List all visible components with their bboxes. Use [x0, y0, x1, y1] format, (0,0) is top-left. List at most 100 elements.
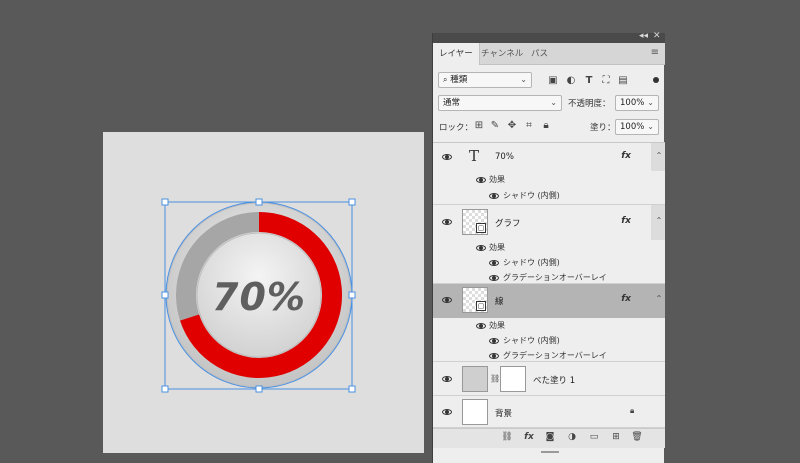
visibility-eye-icon[interactable]: [442, 297, 452, 303]
layer-background[interactable]: 背景 🔒︎: [433, 396, 665, 428]
opacity-label: 不透明度：: [568, 99, 611, 109]
layer-70pct[interactable]: T 70% fx ⌃ 効果 シャドウ (内側): [433, 143, 665, 205]
lock-row: ロック： ⊞ ✎ ✥ ⌗ 🔒︎ 塗り： 100% ⌄: [433, 116, 665, 138]
effect-gradient-overlay[interactable]: グラデーションオーバーレイ: [503, 272, 607, 283]
close-icon[interactable]: ✕: [653, 31, 661, 41]
lock-icon: 🔒︎: [630, 406, 635, 415]
filter-kind-label: 種類: [450, 75, 468, 85]
layers-panel: ◂◂ ✕ レイヤー チャンネル パス ≡ ⌕ 種類 ⌄ ▣ ◐ T ⛶ ▤ 通常…: [432, 31, 665, 463]
resize-grip[interactable]: [541, 451, 559, 453]
effect-gradient-overlay[interactable]: グラデーションオーバーレイ: [503, 350, 607, 361]
layer-graph[interactable]: ▢ グラフ fx ⌃ 効果 シャドウ (内側) グラデーションオーバーレイ: [433, 205, 665, 284]
panel-menu-icon[interactable]: ≡: [651, 47, 659, 58]
handle-bottom: [255, 385, 263, 393]
fill-thumbnail: [462, 366, 488, 392]
link-layers-icon[interactable]: ⛓: [501, 432, 513, 442]
chevron-up-icon: ⌃: [655, 294, 663, 303]
new-adjustment-icon[interactable]: ◑: [566, 432, 578, 442]
progress-ring-artwork: 70%: [161, 198, 356, 393]
opacity-field[interactable]: 100% ⌄: [615, 95, 659, 111]
panel-title-bar: ◂◂ ✕: [433, 31, 665, 43]
filter-pixel-icon[interactable]: ▣: [547, 75, 559, 87]
layer-solid-fill[interactable]: ⛓ べた塗り 1: [433, 362, 665, 396]
blend-mode-select[interactable]: 通常 ⌄: [438, 95, 562, 111]
effect-inner-shadow[interactable]: シャドウ (内側): [503, 190, 560, 201]
tab-paths[interactable]: パス: [525, 43, 554, 65]
new-layer-icon[interactable]: ⊞: [610, 432, 622, 442]
filter-kind-select[interactable]: ⌕ 種類 ⌄: [438, 72, 532, 88]
effect-eye-icon[interactable]: [489, 275, 499, 281]
visibility-eye-icon[interactable]: [442, 376, 452, 382]
layer-name[interactable]: 背景: [495, 407, 512, 419]
layer-name[interactable]: 線: [495, 295, 504, 307]
percent-label: 70%: [212, 275, 306, 319]
layer-name[interactable]: べた塗り 1: [533, 374, 575, 386]
visibility-eye-icon[interactable]: [442, 219, 452, 225]
chevron-up-icon: ⌃: [655, 151, 663, 160]
chevron-down-icon: ⌄: [647, 122, 654, 131]
layers-list: T 70% fx ⌃ 効果 シャドウ (内側) ▢ グラフ fx ⌃ 効果 シャ…: [433, 142, 665, 443]
filter-type-icon[interactable]: T: [583, 75, 595, 87]
handle-top: [255, 198, 263, 206]
expand-toggle[interactable]: ⌃: [651, 284, 665, 318]
effects-eye-icon[interactable]: [476, 323, 486, 329]
filter-toggle-icon[interactable]: [653, 77, 659, 83]
effects-eye-icon[interactable]: [476, 177, 486, 183]
expand-toggle[interactable]: ⌃: [651, 143, 665, 171]
fx-icon[interactable]: fx: [621, 216, 631, 226]
effect-eye-icon[interactable]: [489, 260, 499, 266]
chevron-down-icon: ⌄: [647, 98, 654, 107]
layer-thumbnail: [462, 399, 488, 425]
search-icon: ⌕: [443, 75, 448, 84]
visibility-eye-icon[interactable]: [442, 154, 452, 160]
lock-transparent-icon[interactable]: ⊞: [473, 120, 485, 132]
link-icon[interactable]: ⛓: [490, 374, 500, 383]
document-canvas[interactable]: 70%: [103, 132, 424, 453]
filter-shape-icon[interactable]: ⛶: [600, 75, 612, 87]
layer-thumbnail: ▢: [462, 209, 488, 235]
handle-bottom-left: [161, 385, 169, 393]
fill-field[interactable]: 100% ⌄: [615, 119, 659, 135]
collapse-icon[interactable]: ◂◂: [639, 31, 648, 41]
fill-value: 100%: [620, 122, 645, 132]
layer-thumbnail: ▢: [462, 287, 488, 313]
effect-inner-shadow[interactable]: シャドウ (内側): [503, 257, 560, 268]
visibility-eye-icon[interactable]: [442, 409, 452, 415]
tab-channels[interactable]: チャンネル: [475, 43, 529, 65]
fx-icon[interactable]: fx: [621, 294, 631, 304]
add-style-icon[interactable]: fx: [523, 432, 535, 442]
fx-icon[interactable]: fx: [621, 151, 631, 161]
effect-eye-icon[interactable]: [489, 353, 499, 359]
filter-adjustment-icon[interactable]: ◐: [565, 75, 577, 87]
handle-bottom-right: [348, 385, 356, 393]
smart-object-icon: ▢: [476, 301, 486, 311]
blend-row: 通常 ⌄ 不透明度： 100% ⌄: [433, 92, 665, 114]
layer-line[interactable]: ▢ 線 fx ⌃ 効果 シャドウ (内側) グラデーションオーバーレイ: [433, 284, 665, 362]
effect-inner-shadow[interactable]: シャドウ (内側): [503, 335, 560, 346]
delete-layer-icon[interactable]: 🗑︎: [631, 432, 643, 442]
fill-label: 塗り：: [590, 123, 616, 133]
tab-layers[interactable]: レイヤー: [433, 43, 480, 65]
lock-artboard-icon[interactable]: ⌗: [523, 120, 535, 132]
chevron-up-icon: ⌃: [655, 216, 663, 225]
lock-paint-icon[interactable]: ✎: [489, 120, 501, 132]
layer-name[interactable]: 70%: [495, 152, 514, 162]
effect-eye-icon[interactable]: [489, 193, 499, 199]
add-mask-icon[interactable]: ◙: [544, 432, 556, 442]
opacity-value: 100%: [620, 98, 645, 108]
expand-toggle[interactable]: ⌃: [651, 205, 665, 240]
blend-mode-value: 通常: [443, 98, 461, 108]
layer-name[interactable]: グラフ: [495, 217, 521, 229]
lock-all-icon[interactable]: 🔒︎: [540, 120, 552, 132]
handle-top-right: [348, 198, 356, 206]
chevron-down-icon: ⌄: [550, 98, 557, 107]
panel-tabs: レイヤー チャンネル パス ≡: [433, 43, 665, 65]
lock-position-icon[interactable]: ✥: [506, 120, 518, 132]
effect-eye-icon[interactable]: [489, 338, 499, 344]
effects-label: 効果: [489, 243, 505, 252]
text-layer-icon: T: [469, 147, 480, 165]
filter-smart-object-icon[interactable]: ▤: [617, 75, 629, 87]
effects-label: 効果: [489, 175, 505, 184]
effects-eye-icon[interactable]: [476, 245, 486, 251]
new-group-icon[interactable]: ▭: [588, 432, 600, 442]
